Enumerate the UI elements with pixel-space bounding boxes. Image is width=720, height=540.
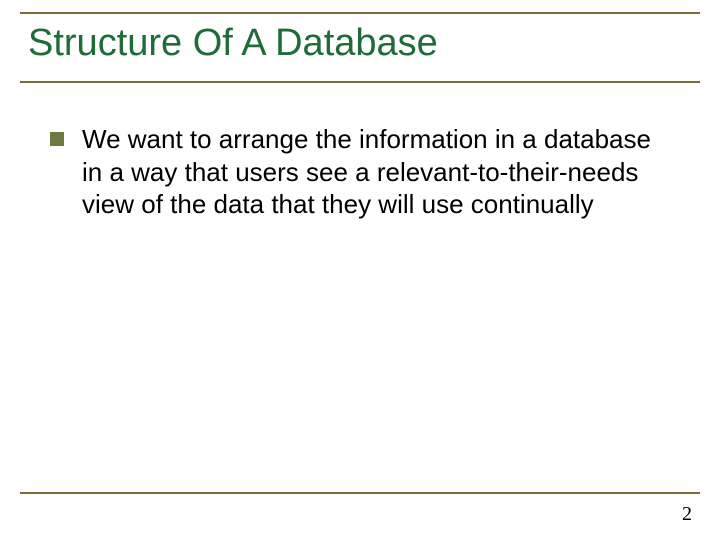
slide-title: Structure Of A Database: [28, 22, 700, 65]
slide-body: We want to arrange the information in a …: [20, 123, 700, 221]
title-block: Structure Of A Database: [20, 12, 700, 83]
bullet-text: We want to arrange the information in a …: [82, 123, 652, 221]
footer-divider: [20, 492, 700, 494]
slide: Structure Of A Database We want to arran…: [0, 0, 720, 540]
bullet-item: We want to arrange the information in a …: [50, 123, 690, 221]
page-number: 2: [682, 503, 692, 526]
square-bullet-icon: [50, 132, 64, 146]
